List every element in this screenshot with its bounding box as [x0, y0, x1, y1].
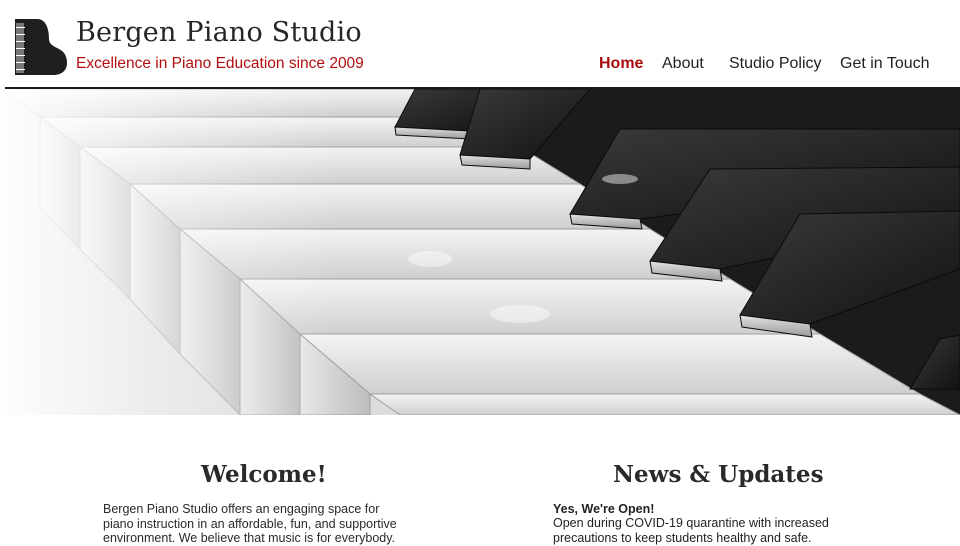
- news-item-text: Open during COVID-19 quarantine with inc…: [553, 516, 829, 545]
- main-nav: Home About Studio Policy Get in Touch: [0, 55, 960, 75]
- nav-studio-policy[interactable]: Studio Policy: [729, 55, 822, 73]
- news-item-title: Yes, We're Open!: [553, 502, 655, 516]
- hero-piano-image: [0, 89, 960, 415]
- site-header: Bergen Piano Studio Excellence in Piano …: [0, 0, 960, 88]
- site-title[interactable]: Bergen Piano Studio: [76, 17, 362, 48]
- welcome-text: Bergen Piano Studio offers an engaging s…: [103, 502, 397, 545]
- nav-about[interactable]: About: [662, 55, 704, 73]
- nav-get-in-touch[interactable]: Get in Touch: [840, 55, 930, 73]
- nav-home[interactable]: Home: [599, 55, 643, 73]
- welcome-heading: Welcome!: [201, 461, 327, 488]
- news-heading: News & Updates: [613, 461, 824, 488]
